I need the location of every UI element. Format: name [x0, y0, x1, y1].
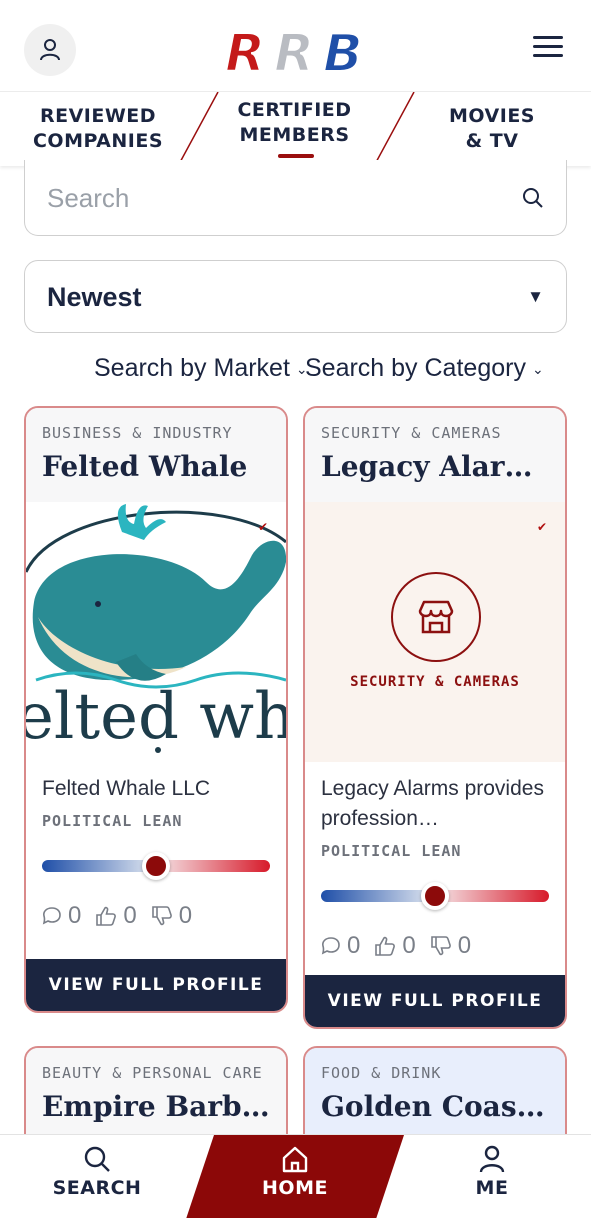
political-lean-label: POLITICAL LEAN — [321, 842, 462, 860]
placeholder-category-label: SECURITY & CAMERAS — [350, 674, 520, 690]
likes-count[interactable]: 0 — [374, 932, 416, 960]
card-category: FOOD & DRINK — [321, 1064, 442, 1082]
tab-certified-members[interactable]: CERTIFIED MEMBERS — [196, 86, 393, 160]
comments-count[interactable]: 0 — [42, 902, 81, 930]
active-tab-indicator — [278, 154, 314, 158]
filter-category[interactable]: Search by Category ⌄ — [305, 354, 544, 383]
political-lean-marker — [421, 882, 449, 910]
tab-movies-tv[interactable]: MOVIES & TV — [393, 92, 591, 166]
card-stats: 0 0 0 — [42, 902, 270, 930]
top-bar: R R B — [0, 0, 591, 92]
rrb-logo[interactable]: R R B — [222, 24, 384, 78]
nav-home[interactable]: HOME — [235, 1145, 355, 1199]
thumbs-up-icon — [375, 936, 396, 956]
category-placeholder-image: ✔ SECURITY & CAMERAS — [305, 502, 565, 762]
political-lean-meter — [42, 852, 270, 880]
menu-button[interactable] — [533, 36, 563, 60]
card-header: BUSINESS & INDUSTRY Felted Whale — [26, 408, 286, 502]
hamburger-icon — [533, 36, 563, 39]
company-logo-image: elted wha ✔ — [26, 502, 286, 762]
home-icon — [282, 1146, 308, 1173]
view-full-profile-button[interactable]: VIEW FULL PROFILE — [26, 959, 286, 1011]
nav-me[interactable]: ME — [432, 1145, 552, 1199]
filter-market[interactable]: Search by Market ⌄ — [94, 354, 308, 383]
dislikes-count[interactable]: 0 — [430, 932, 471, 960]
bottom-navigation: SEARCH HOME ME — [0, 1134, 591, 1218]
verified-check-icon: ✔ — [536, 520, 547, 534]
comments-count[interactable]: 0 — [321, 932, 360, 960]
thumbs-down-icon — [430, 936, 451, 956]
verified-check-icon: ✔ — [257, 520, 268, 534]
filter-row: Search by Market ⌄ Search by Category ⌄ — [0, 354, 591, 390]
tab-divider — [373, 92, 415, 166]
card-header: SECURITY & CAMERAS Legacy Alarms — [305, 408, 565, 502]
card-description: Felted Whale LLC — [42, 777, 211, 800]
sort-dropdown[interactable]: Newest ▼ — [24, 260, 567, 333]
thumbs-up-icon — [96, 906, 117, 926]
search-icon[interactable] — [522, 187, 544, 209]
card-title: Golden Coast… — [321, 1090, 549, 1123]
card-category: BEAUTY & PERSONAL CARE — [42, 1064, 263, 1082]
dislikes-count[interactable]: 0 — [151, 902, 192, 930]
user-icon — [40, 39, 60, 61]
card-category: BUSINESS & INDUSTRY — [42, 424, 233, 442]
political-lean-label: POLITICAL LEAN — [42, 812, 183, 830]
member-card[interactable]: BUSINESS & INDUSTRY Felted Whale elted w… — [24, 406, 288, 1013]
storefront-icon — [418, 600, 454, 634]
card-category: SECURITY & CAMERAS — [321, 424, 502, 442]
likes-count[interactable]: 0 — [95, 902, 137, 930]
card-title: Felted Whale — [42, 450, 248, 483]
shop-circle — [391, 572, 481, 662]
sort-selected-value: Newest — [47, 282, 142, 312]
card-description: Legacy Alarms provides profession… — [321, 777, 544, 830]
search-box — [24, 160, 567, 236]
user-icon — [479, 1145, 505, 1173]
card-body: Legacy Alarms provides profession… POLIT… — [305, 762, 565, 960]
political-lean-meter — [321, 882, 549, 910]
political-lean-marker — [142, 852, 170, 880]
logo-letter-b: B — [323, 24, 363, 78]
dropdown-arrow-icon: ▼ — [527, 287, 544, 306]
card-title: Legacy Alarms — [321, 450, 549, 483]
profile-button[interactable] — [24, 24, 76, 76]
tab-divider — [177, 92, 219, 166]
search-input[interactable] — [47, 180, 487, 216]
logo-wordmark: elted wha — [26, 680, 286, 754]
comment-icon — [321, 937, 340, 955]
view-full-profile-button[interactable]: VIEW FULL PROFILE — [305, 975, 565, 1027]
member-card[interactable]: SECURITY & CAMERAS Legacy Alarms ✔ SECUR… — [303, 406, 567, 1029]
logo-letter-r2: R — [274, 24, 314, 78]
tab-reviewed-companies[interactable]: REVIEWED COMPANIES — [0, 92, 196, 166]
card-body: Felted Whale LLC POLITICAL LEAN 0 0 0 — [26, 762, 286, 930]
nav-search[interactable]: SEARCH — [37, 1145, 157, 1199]
chevron-down-icon: ⌄ — [531, 360, 544, 377]
thumbs-down-icon — [151, 906, 172, 926]
card-stats: 0 0 0 — [321, 932, 549, 960]
whale-logo-icon: elted wha — [26, 504, 286, 754]
logo-letter-r1: R — [225, 24, 265, 78]
card-title: Empire Barbe… — [42, 1090, 270, 1123]
search-icon — [84, 1146, 110, 1172]
comment-icon — [42, 907, 61, 925]
